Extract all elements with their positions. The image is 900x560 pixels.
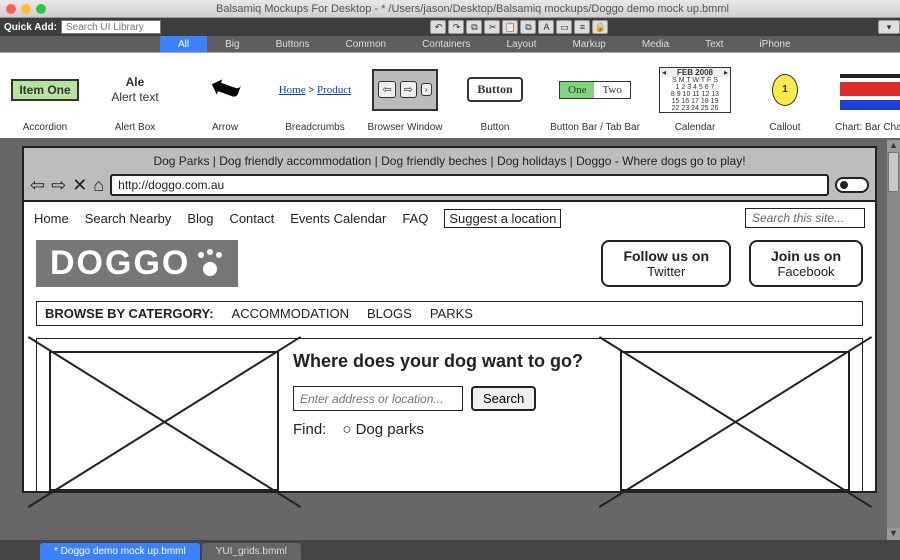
lib-button[interactable]: Button Button <box>450 53 540 138</box>
hero-question: Where does your dog want to go? <box>293 351 606 372</box>
category-common[interactable]: Common <box>328 36 405 52</box>
category-containers[interactable]: Containers <box>404 36 488 52</box>
category-markup[interactable]: Markup <box>554 36 623 52</box>
minimize-icon[interactable] <box>21 4 31 14</box>
quick-add-bar: Quick Add: ↶ ↷ ⧉ ✂ 📋 ⧉ A ▭ ≡ 🔒 ▾ <box>0 18 900 36</box>
group-icon[interactable]: ▭ <box>556 20 572 34</box>
mockup-browser[interactable]: Dog Parks | Dog friendly accommodation |… <box>22 146 877 493</box>
scroll-down-icon[interactable]: ▼ <box>887 528 900 540</box>
window-titlebar: Balsamiq Mockups For Desktop - * /Users/… <box>0 0 900 18</box>
lib-button-bar[interactable]: OneTwo Button Bar / Tab Bar <box>540 53 650 138</box>
category-text[interactable]: Text <box>687 36 741 52</box>
browse-category-row: BROWSE BY CATERGORY: ACCOMMODATION BLOGS… <box>36 301 863 326</box>
nav-faq[interactable]: FAQ <box>402 211 428 226</box>
lib-alert-box[interactable]: AleAlert text Alert Box <box>90 53 180 138</box>
stop-icon[interactable]: ✕ <box>72 175 87 196</box>
cat-accommodation[interactable]: ACCOMMODATION <box>232 306 349 321</box>
lib-calendar[interactable]: ◂FEB 2008▸S M T W T F S1 2 3 4 5 6 78 9 … <box>650 53 740 138</box>
redo-icon[interactable]: ↷ <box>448 20 464 34</box>
tab-doggo[interactable]: * Doggo demo mock up.bmml <box>40 543 200 560</box>
category-bar: All Big Buttons Common Containers Layout… <box>0 36 900 52</box>
canvas[interactable]: Dog Parks | Dog friendly accommodation |… <box>0 140 900 540</box>
forward-icon[interactable]: ⇨ <box>51 175 66 196</box>
document-tabs: * Doggo demo mock up.bmml YUI_grids.bmml <box>0 540 900 560</box>
mock-browser-chrome: Dog Parks | Dog friendly accommodation |… <box>24 148 875 202</box>
lock-icon[interactable]: 🔒 <box>592 20 608 34</box>
scroll-thumb[interactable] <box>888 152 899 192</box>
url-field[interactable]: http://doggo.com.au <box>110 174 829 196</box>
copy-icon[interactable]: ⧉ <box>466 20 482 34</box>
nav-suggest[interactable]: Suggest a location <box>444 209 561 228</box>
address-input[interactable] <box>293 386 463 411</box>
duplicate-icon[interactable]: ⧉ <box>520 20 536 34</box>
cat-parks[interactable]: PARKS <box>430 306 473 321</box>
logo: DOGGO <box>36 240 238 287</box>
lib-chart-bar[interactable]: Chart: Bar Char <box>830 53 900 138</box>
undo-icon[interactable]: ↶ <box>430 20 446 34</box>
mock-nav: Home Search Nearby Blog Contact Events C… <box>24 202 875 234</box>
site-search-input[interactable]: Search this site... <box>745 208 865 228</box>
quick-add-input[interactable] <box>61 20 161 34</box>
paw-icon <box>196 250 224 278</box>
ui-library: Item One Accordion AleAlert text Alert B… <box>0 52 900 140</box>
close-icon[interactable] <box>6 4 16 14</box>
image-placeholder-left <box>49 351 279 491</box>
nav-blog[interactable]: Blog <box>187 211 213 226</box>
cut-icon[interactable]: ✂ <box>484 20 500 34</box>
radio-dog-parks[interactable]: ○ Dog parks <box>342 421 424 438</box>
search-pill[interactable] <box>835 177 869 193</box>
join-card[interactable]: Join us onFacebook <box>749 240 863 287</box>
nav-contact[interactable]: Contact <box>229 211 274 226</box>
search-button[interactable]: Search <box>471 386 536 411</box>
cat-blogs[interactable]: BLOGS <box>367 306 412 321</box>
lib-accordion[interactable]: Item One Accordion <box>0 53 90 138</box>
find-label: Find: <box>293 421 326 438</box>
lib-arrow[interactable]: ➦ Arrow <box>180 53 270 138</box>
align-icon[interactable]: ≡ <box>574 20 590 34</box>
home-icon[interactable]: ⌂ <box>93 175 104 196</box>
lib-browser-window[interactable]: ⇦⇨› Browser Window <box>360 53 450 138</box>
toolbar-icons: ↶ ↷ ⧉ ✂ 📋 ⧉ A ▭ ≡ 🔒 <box>161 20 878 34</box>
paste-icon[interactable]: 📋 <box>502 20 518 34</box>
quick-add-label: Quick Add: <box>0 22 61 33</box>
back-icon[interactable]: ⇦ <box>30 175 45 196</box>
tab-yui[interactable]: YUI_grids.bmml <box>202 543 301 560</box>
category-iphone[interactable]: iPhone <box>741 36 808 52</box>
image-placeholder-right <box>620 351 850 491</box>
curved-arrow-icon: ➦ <box>202 63 247 116</box>
dropdown-icon[interactable]: ▾ <box>878 20 900 34</box>
scroll-up-icon[interactable]: ▲ <box>887 140 900 152</box>
lib-breadcrumbs[interactable]: Home > Product Breadcrumbs <box>270 53 360 138</box>
category-all[interactable]: All <box>160 36 207 52</box>
vertical-scrollbar[interactable]: ▲ ▼ <box>886 140 900 540</box>
category-buttons[interactable]: Buttons <box>258 36 328 52</box>
nav-events[interactable]: Events Calendar <box>290 211 386 226</box>
nav-search-nearby[interactable]: Search Nearby <box>85 211 172 226</box>
category-media[interactable]: Media <box>624 36 687 52</box>
lib-callout[interactable]: 1 Callout <box>740 53 830 138</box>
category-big[interactable]: Big <box>207 36 257 52</box>
follow-card[interactable]: Follow us onTwitter <box>601 240 731 287</box>
font-icon[interactable]: A <box>538 20 554 34</box>
category-layout[interactable]: Layout <box>488 36 554 52</box>
mock-top-links: Dog Parks | Dog friendly accommodation |… <box>30 152 869 174</box>
nav-home[interactable]: Home <box>34 211 69 226</box>
maximize-icon[interactable] <box>36 4 46 14</box>
window-title: Balsamiq Mockups For Desktop - * /Users/… <box>51 3 894 15</box>
